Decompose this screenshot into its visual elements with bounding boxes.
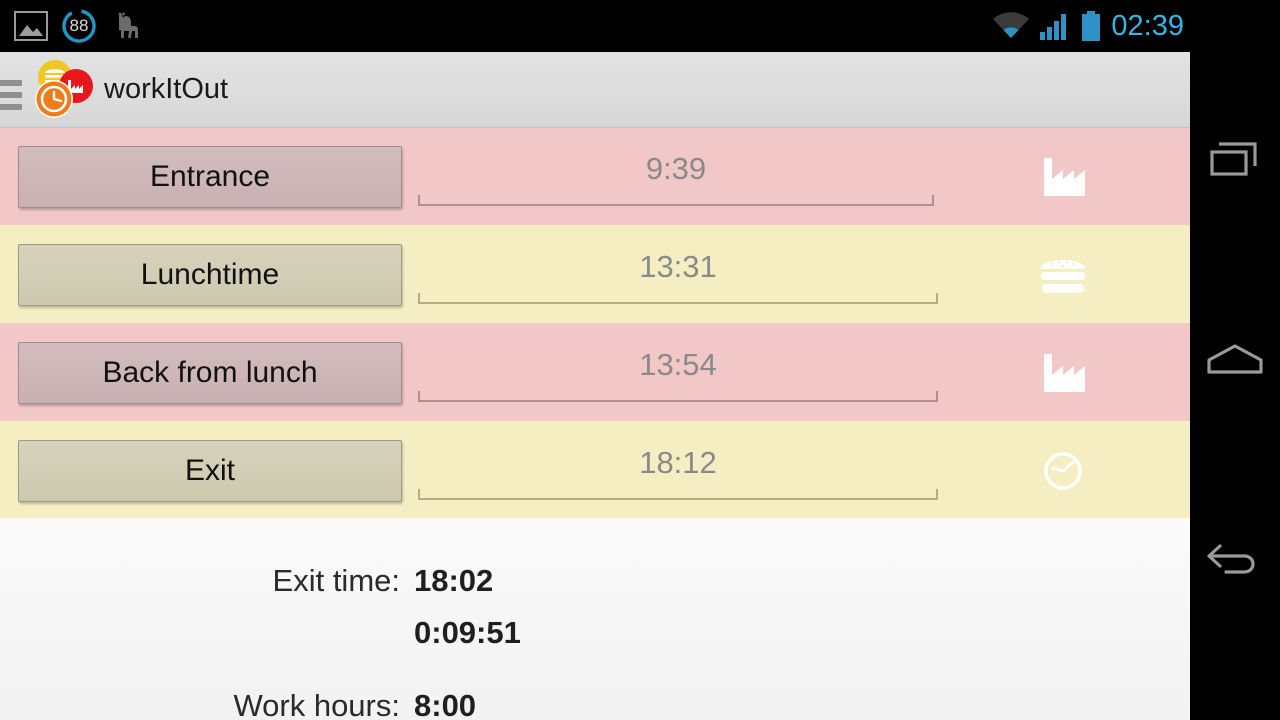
factory-icon [1032, 348, 1094, 398]
lunchtime-time-value: 13:31 [639, 249, 717, 284]
exit-button[interactable]: Exit [18, 440, 402, 502]
back-arrow-icon [1207, 544, 1255, 574]
lunchtime-button[interactable]: Lunchtime [18, 244, 402, 306]
entrance-time-value: 9:39 [645, 151, 707, 186]
home-icon [1207, 344, 1263, 374]
back-button[interactable] [1190, 505, 1280, 615]
gallery-image-icon [14, 11, 48, 41]
factory-icon [1032, 152, 1094, 202]
recent-apps-icon [1210, 142, 1257, 176]
exit-time-value: 18:12 [639, 445, 717, 480]
exit-time-summary-row: Exit time: 18:02 [0, 563, 1190, 599]
app-logo-icon [28, 59, 94, 121]
countdown-summary-row: 0:09:51 [0, 615, 1190, 651]
input-underline [418, 391, 938, 402]
input-underline [418, 293, 938, 304]
action-bar: workItOut [0, 52, 1190, 128]
notification-count-text: 88 [69, 16, 89, 35]
back-from-lunch-time-input[interactable]: 13:54 [418, 344, 938, 402]
work-hours-label: Work hours: [233, 688, 400, 720]
home-button[interactable] [1190, 305, 1280, 415]
event-row-back-from-lunch: Back from lunch 13:54 [0, 324, 1190, 422]
exit-time-input[interactable]: 18:12 [418, 442, 938, 500]
burger-icon [1032, 250, 1094, 300]
entrance-button[interactable]: Entrance [18, 146, 402, 208]
battery-icon [1082, 11, 1101, 41]
exit-time-label: Exit time: [272, 563, 400, 598]
back-from-lunch-time-value: 13:54 [639, 347, 717, 382]
back-from-lunch-button[interactable]: Back from lunch [18, 342, 402, 404]
event-row-exit: Exit 18:12 [0, 422, 1190, 520]
status-bar-clock: 02:39 [1111, 9, 1184, 42]
lunchtime-time-input[interactable]: 13:31 [418, 246, 938, 304]
event-row-entrance: Entrance 9:39 [0, 128, 1190, 226]
input-underline [418, 195, 934, 206]
notification-count-badge: 88 [62, 9, 96, 43]
status-bar: 88 02:39 [0, 0, 1190, 52]
wifi-icon [993, 12, 1030, 38]
status-bar-left-icons: 88 [14, 0, 144, 52]
recent-apps-button[interactable] [1190, 105, 1280, 215]
llama-icon [118, 12, 138, 38]
app-title: workItOut [104, 73, 229, 105]
input-underline [418, 489, 938, 500]
device-screen: 88 02:39 workItOut Entrance 9:39 Lunchti… [0, 0, 1280, 720]
cellular-signal-icon [1040, 14, 1067, 40]
hamburger-menu-icon[interactable] [0, 52, 26, 128]
event-row-lunchtime: Lunchtime 13:31 [0, 226, 1190, 324]
event-rows-list: Entrance 9:39 Lunchtime 13:31 Back from … [0, 128, 1190, 520]
entrance-time-input[interactable]: 9:39 [418, 148, 934, 206]
summary-panel: Exit time: 18:02 0:09:51 Work hours: 8:0… [0, 518, 1190, 720]
countdown-value: 0:09:51 [414, 615, 521, 650]
work-hours-summary-row: Work hours: 8:00 [0, 688, 1190, 720]
exit-time-value: 18:02 [414, 563, 494, 598]
clock-icon [1032, 446, 1094, 496]
status-bar-right-icons: 02:39 [993, 0, 1184, 52]
work-hours-value: 8:00 [414, 688, 477, 720]
navigation-bar [1190, 0, 1280, 720]
